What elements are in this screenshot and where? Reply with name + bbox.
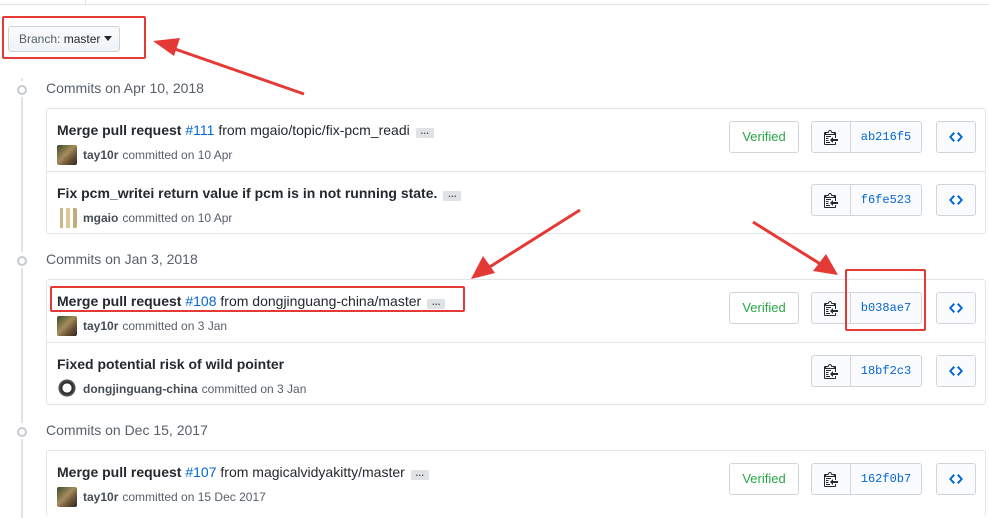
avatar[interactable] <box>57 379 77 399</box>
pr-link[interactable]: #108 <box>185 293 216 309</box>
commit-date: committed on 3 Jan <box>122 319 228 333</box>
commit-date: committed on 3 Jan <box>201 382 307 396</box>
commit-author[interactable]: mgaio <box>83 211 118 225</box>
commit-node-icon <box>14 252 30 268</box>
commit-sha-link[interactable]: 18bf2c3 <box>851 356 921 386</box>
commit-date: committed on 15 Dec 2017 <box>122 490 266 504</box>
commit-sha-group: f6fe523 <box>811 184 922 216</box>
commit-row: Merge pull request #108 from dongjinguan… <box>47 280 985 342</box>
avatar[interactable] <box>57 487 77 507</box>
commit-message[interactable]: Fix pcm_writei return value if pcm is in… <box>57 185 462 201</box>
commit-message[interactable]: Merge pull request #108 from dongjinguan… <box>57 293 446 309</box>
commit-node-icon <box>14 423 30 439</box>
verified-badge[interactable]: Verified <box>729 292 799 324</box>
avatar[interactable] <box>57 208 77 228</box>
code-icon[interactable] <box>936 355 976 387</box>
branch-name: master <box>63 32 101 46</box>
tab-nav-divider <box>0 0 989 5</box>
commit-timeline <box>21 78 23 518</box>
code-icon[interactable] <box>936 292 976 324</box>
commit-sha-link[interactable]: b038ae7 <box>851 293 921 323</box>
commit-date: committed on 10 Apr <box>122 148 233 162</box>
commit-sha-group: 162f0b7 <box>811 463 922 495</box>
clipboard-icon[interactable] <box>812 356 851 386</box>
clipboard-icon[interactable] <box>812 122 851 152</box>
expand-message-button[interactable]: … <box>415 127 434 138</box>
commit-message[interactable]: Fixed potential risk of wild pointer <box>57 356 284 372</box>
commit-node-icon <box>14 81 30 97</box>
commit-sha-link[interactable]: f6fe523 <box>851 185 921 215</box>
commit-message[interactable]: Merge pull request #107 from magicalvidy… <box>57 464 429 480</box>
commit-author[interactable]: dongjinguang-china <box>83 382 198 396</box>
pr-link[interactable]: #107 <box>185 464 216 480</box>
clipboard-icon[interactable] <box>812 464 851 494</box>
commit-author[interactable]: tay10r <box>83 490 118 504</box>
verified-badge[interactable]: Verified <box>729 463 799 495</box>
clipboard-icon[interactable] <box>812 293 851 323</box>
commit-date: committed on 10 Apr <box>122 211 233 225</box>
code-icon[interactable] <box>936 463 976 495</box>
commit-sha-link[interactable]: ab216f5 <box>851 122 921 152</box>
commit-list: Merge pull request #108 from dongjinguan… <box>46 279 986 405</box>
commit-sha-group: 18bf2c3 <box>811 355 922 387</box>
branch-label: Branch: <box>19 32 61 46</box>
avatar[interactable] <box>57 145 77 165</box>
commit-sha-group: b038ae7 <box>811 292 922 324</box>
commit-row: Merge pull request #107 from magicalvidy… <box>47 451 985 513</box>
caret-down-icon <box>104 36 113 41</box>
clipboard-icon[interactable] <box>812 185 851 215</box>
commit-list: Merge pull request #107 from magicalvidy… <box>46 450 986 516</box>
branch-select-button[interactable]: Branch: master <box>8 26 120 52</box>
commit-sha-group: ab216f5 <box>811 121 922 153</box>
code-icon[interactable] <box>936 121 976 153</box>
avatar[interactable] <box>57 316 77 336</box>
pr-link[interactable]: #111 <box>185 122 214 138</box>
commit-list: Merge pull request #111 from mgaio/topic… <box>46 108 986 234</box>
commit-author[interactable]: tay10r <box>83 319 118 333</box>
commit-row: Fixed potential risk of wild pointer don… <box>47 342 985 404</box>
code-icon[interactable] <box>936 184 976 216</box>
expand-message-button[interactable]: … <box>427 298 446 309</box>
commit-row: Merge pull request #111 from mgaio/topic… <box>47 109 985 171</box>
commit-author[interactable]: tay10r <box>83 148 118 162</box>
expand-message-button[interactable]: … <box>443 190 462 201</box>
verified-badge[interactable]: Verified <box>729 121 799 153</box>
expand-message-button[interactable]: … <box>410 469 429 480</box>
commit-row: Fix pcm_writei return value if pcm is in… <box>47 171 985 233</box>
commit-sha-link[interactable]: 162f0b7 <box>851 464 921 494</box>
commit-message[interactable]: Merge pull request #111 from mgaio/topic… <box>57 122 434 138</box>
